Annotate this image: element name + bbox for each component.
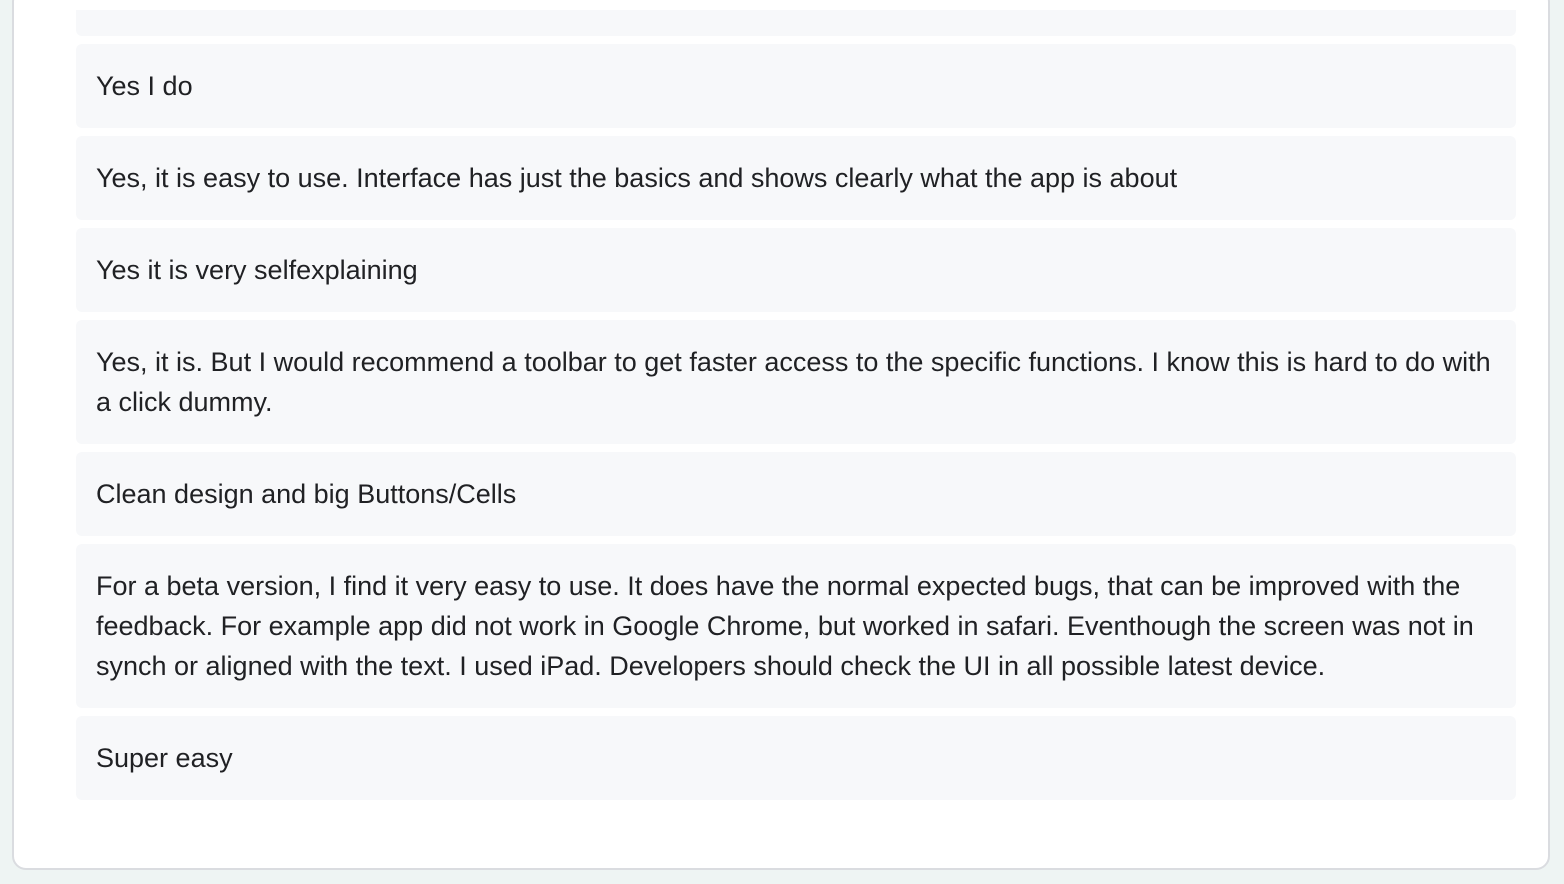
response-item: Super easy (76, 716, 1516, 800)
response-list: Yes I do Yes, it is easy to use. Interfa… (76, 10, 1516, 808)
response-item-partial (76, 10, 1516, 36)
response-item: For a beta version, I find it very easy … (76, 544, 1516, 708)
response-item: Yes it is very selfexplaining (76, 228, 1516, 312)
response-item: Yes, it is easy to use. Interface has ju… (76, 136, 1516, 220)
responses-card: Yes I do Yes, it is easy to use. Interfa… (12, 0, 1550, 870)
response-item: Clean design and big Buttons/Cells (76, 452, 1516, 536)
response-item: Yes I do (76, 44, 1516, 128)
response-item: Yes, it is. But I would recommend a tool… (76, 320, 1516, 444)
